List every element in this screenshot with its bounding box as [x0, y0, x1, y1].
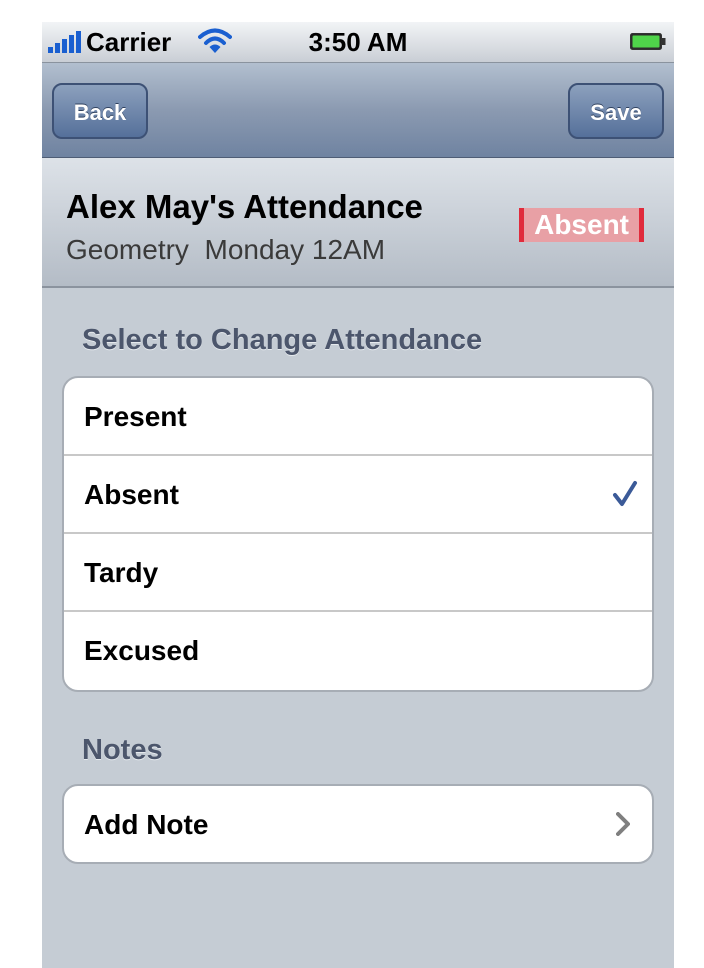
add-note-row[interactable]: Add Note — [64, 786, 652, 862]
status-badge: Absent — [519, 208, 644, 242]
attendance-option-excused[interactable]: Excused — [64, 612, 652, 690]
attendance-option-tardy[interactable]: Tardy — [64, 534, 652, 612]
attendance-summary: Alex May's Attendance Geometry Monday 12… — [42, 158, 674, 288]
add-note-label: Add Note — [84, 809, 209, 840]
status-bar: Carrier 3:50 AM — [42, 22, 674, 63]
status-time: 3:50 AM — [308, 27, 408, 57]
page-title: Alex May's Attendance — [66, 188, 423, 225]
notes-list: Add Note — [62, 784, 654, 864]
attendance-option-absent[interactable]: Absent — [64, 456, 652, 534]
course-name: Geometry — [66, 234, 189, 265]
phone-screen: Carrier 3:50 AM Back Save Alex May's Att… — [42, 22, 674, 968]
option-label: Tardy — [84, 557, 159, 588]
option-label: Absent — [84, 479, 179, 510]
notes-section-header: Notes — [82, 734, 163, 766]
content-area: Select to Change Attendance Present Abse… — [42, 288, 674, 968]
attendance-option-present[interactable]: Present — [64, 378, 652, 456]
class-subtitle: Geometry Monday 12AM — [66, 234, 385, 266]
back-button[interactable]: Back — [52, 83, 148, 139]
option-label: Present — [84, 401, 187, 432]
session-time: Monday 12AM — [204, 234, 386, 265]
option-label: Excused — [84, 635, 200, 666]
attendance-section-header: Select to Change Attendance — [82, 324, 483, 356]
save-button[interactable]: Save — [568, 83, 664, 139]
checkmark-icon — [613, 481, 637, 506]
attendance-options-list: Present Absent Tardy Excused — [62, 376, 654, 692]
chevron-right-icon — [616, 812, 630, 836]
battery-icon — [630, 33, 666, 50]
navigation-bar: Back Save — [42, 63, 674, 158]
